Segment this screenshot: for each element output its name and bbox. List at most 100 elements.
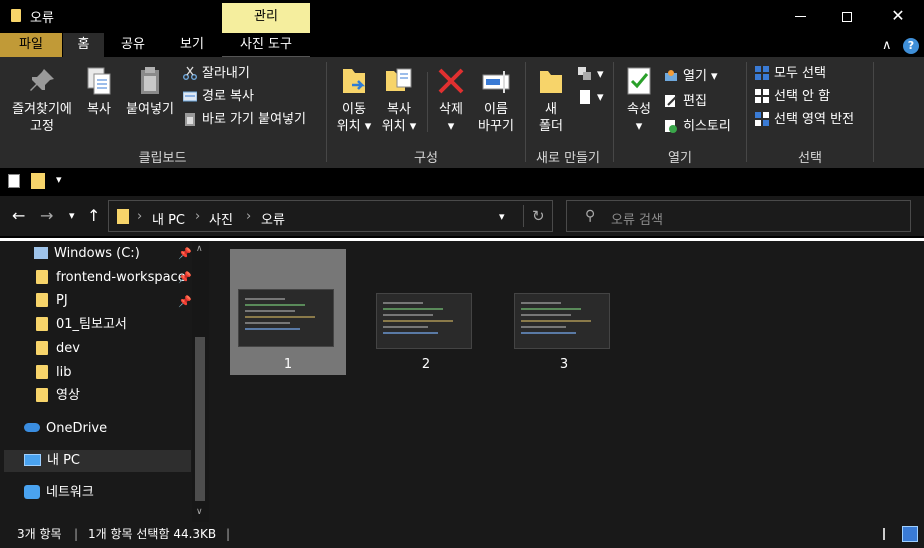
delete-button[interactable]: 삭제 ▾ [433,65,469,135]
refresh-icon[interactable]: ↻ [532,207,545,225]
window-title: 오류 [30,11,54,26]
nav-label: Windows (C:) [54,246,140,261]
minimize-button[interactable] [777,0,823,32]
properties-label: 속성 [627,102,651,117]
nav-item-windows-c[interactable]: Windows (C:) [34,243,140,265]
pin-icon [26,65,58,97]
copy-button[interactable]: 복사 [82,65,116,118]
edit-label: 편집 [683,94,707,109]
select-all-button[interactable]: 모두 선택 [755,64,826,84]
large-icons-view-icon[interactable] [902,526,918,542]
item-count: 3개 항목 [17,527,62,541]
scrollbar-thumb[interactable] [195,337,205,501]
copy-path-button[interactable]: 경로 복사 [182,87,254,107]
cut-button[interactable]: 잘라내기 [183,64,250,84]
forward-arrow-icon[interactable]: → [40,206,53,225]
paste-button[interactable]: 붙여넣기 [122,65,178,118]
minimize-icon [794,16,806,17]
nav-item-team-report[interactable]: 01_팀보고서 [36,314,127,336]
nav-item-network[interactable]: 네트워크 [24,482,94,504]
tab-home[interactable]: 홈 [63,33,104,57]
file-item-2[interactable]: 2 [368,249,484,375]
file-item-1[interactable]: 1 [230,249,346,375]
address-dropdown-icon[interactable]: ▾ [499,210,505,223]
pin-quick-access-button[interactable]: 즐겨찾기에 고정 [6,65,78,135]
new-item-button[interactable]: ▾ [578,65,604,85]
tab-view[interactable]: 보기 [170,33,214,57]
copy-path-label: 경로 복사 [202,89,254,104]
new-folder-label-2: 폴더 [539,119,563,134]
edit-icon [664,94,678,108]
selection-info: 1개 항목 선택함 44.3KB [88,527,217,541]
copy-to-button[interactable]: 복사 위치 ▾ [378,65,420,135]
delete-dropdown-icon: ▾ [447,119,455,134]
select-group-label: 선택 [798,151,822,166]
nav-label: 01_팀보고서 [56,317,127,332]
folder-icon [36,292,48,307]
recent-locations-icon[interactable]: ▾ [69,209,75,222]
scroll-down-icon[interactable]: ∨ [196,507,203,517]
open-button[interactable]: 열기 ▾ [664,67,718,87]
nav-scrollbar[interactable]: ∧ ∨ [192,241,209,522]
maximize-button[interactable] [824,0,870,32]
nav-item-pj[interactable]: PJ [36,290,68,312]
paste-icon [134,65,166,97]
details-view-icon[interactable] [883,528,897,540]
file-item-3[interactable]: 3 [506,249,622,375]
invert-selection-icon [755,111,769,126]
help-icon[interactable]: ? [903,38,919,54]
move-to-button[interactable]: 이동 위치 ▾ [333,65,375,135]
up-arrow-icon[interactable]: ↑ [87,206,100,225]
search-icon: ⚲ [585,208,596,224]
separator [613,62,614,162]
clipboard-group-label: 클립보드 [138,151,187,166]
rename-button[interactable]: 이름 바꾸기 [474,65,518,135]
address-bar[interactable]: › 내 PC › 사진 › 오류 ▾ ↻ [108,200,553,232]
paste-shortcut-button[interactable]: 바로 가기 붙여넣기 [183,110,306,130]
nav-item-frontend-workspace[interactable]: frontend-workspace [36,267,186,289]
easy-access-button[interactable]: ▾ [578,88,604,108]
new-folder-label-1: 새 [545,102,557,117]
move-to-label-2: 위치 ▾ [336,119,372,134]
new-folder-button[interactable]: 새 폴더 [531,65,571,135]
status-separator: | [226,527,231,541]
new-group-label: 새로 만들기 [536,151,600,166]
image-thumbnail [514,293,610,349]
tab-picture-tools[interactable]: 사진 도구 [222,33,310,57]
pin-icon: 📌 [178,295,192,308]
nav-item-dev[interactable]: dev [36,338,80,360]
tab-share[interactable]: 공유 [110,33,156,57]
computer-icon [24,453,41,466]
rename-label-2: 바꾸기 [478,119,514,134]
back-arrow-icon[interactable]: ← [12,206,25,225]
select-none-button[interactable]: 선택 안 함 [755,87,830,107]
copy-to-label-2: 위치 ▾ [381,119,417,134]
properties-button[interactable]: 속성 ▾ [620,65,658,135]
history-button[interactable]: 히스토리 [664,117,731,137]
nav-item-lib[interactable]: lib [36,362,71,384]
invert-selection-label: 선택 영역 반전 [774,112,855,127]
new-item-icon [578,66,592,81]
close-button[interactable]: ✕ [875,0,921,32]
edit-button[interactable]: 편집 [664,92,707,112]
scroll-up-icon[interactable]: ∧ [196,244,203,254]
breadcrumb-pictures[interactable]: 사진 [209,209,233,228]
invert-selection-button[interactable]: 선택 영역 반전 [755,110,854,130]
search-box[interactable]: ⚲ 오류 검색 [566,200,911,232]
tab-file[interactable]: 파일 [0,33,62,57]
search-placeholder: 오류 검색 [611,213,663,228]
collapse-ribbon-icon[interactable]: ∧ [882,38,892,53]
nav-item-onedrive[interactable]: OneDrive [24,418,107,440]
copy-to-label-1: 복사 [387,102,411,117]
nav-item-video[interactable]: 영상 [36,385,80,407]
new-folder-quick-icon[interactable] [31,173,45,189]
properties-quick-icon[interactable] [8,174,20,188]
separator [523,205,524,227]
folder-icon [36,316,48,331]
customize-toolbar-icon[interactable]: ▾ [56,173,62,186]
cut-label: 잘라내기 [202,66,250,81]
tab-manage[interactable]: 관리 [222,3,310,34]
breadcrumb-my-pc[interactable]: 내 PC [152,209,185,228]
breadcrumb-error[interactable]: 오류 [261,209,285,228]
nav-item-my-pc[interactable]: 내 PC [4,450,191,472]
